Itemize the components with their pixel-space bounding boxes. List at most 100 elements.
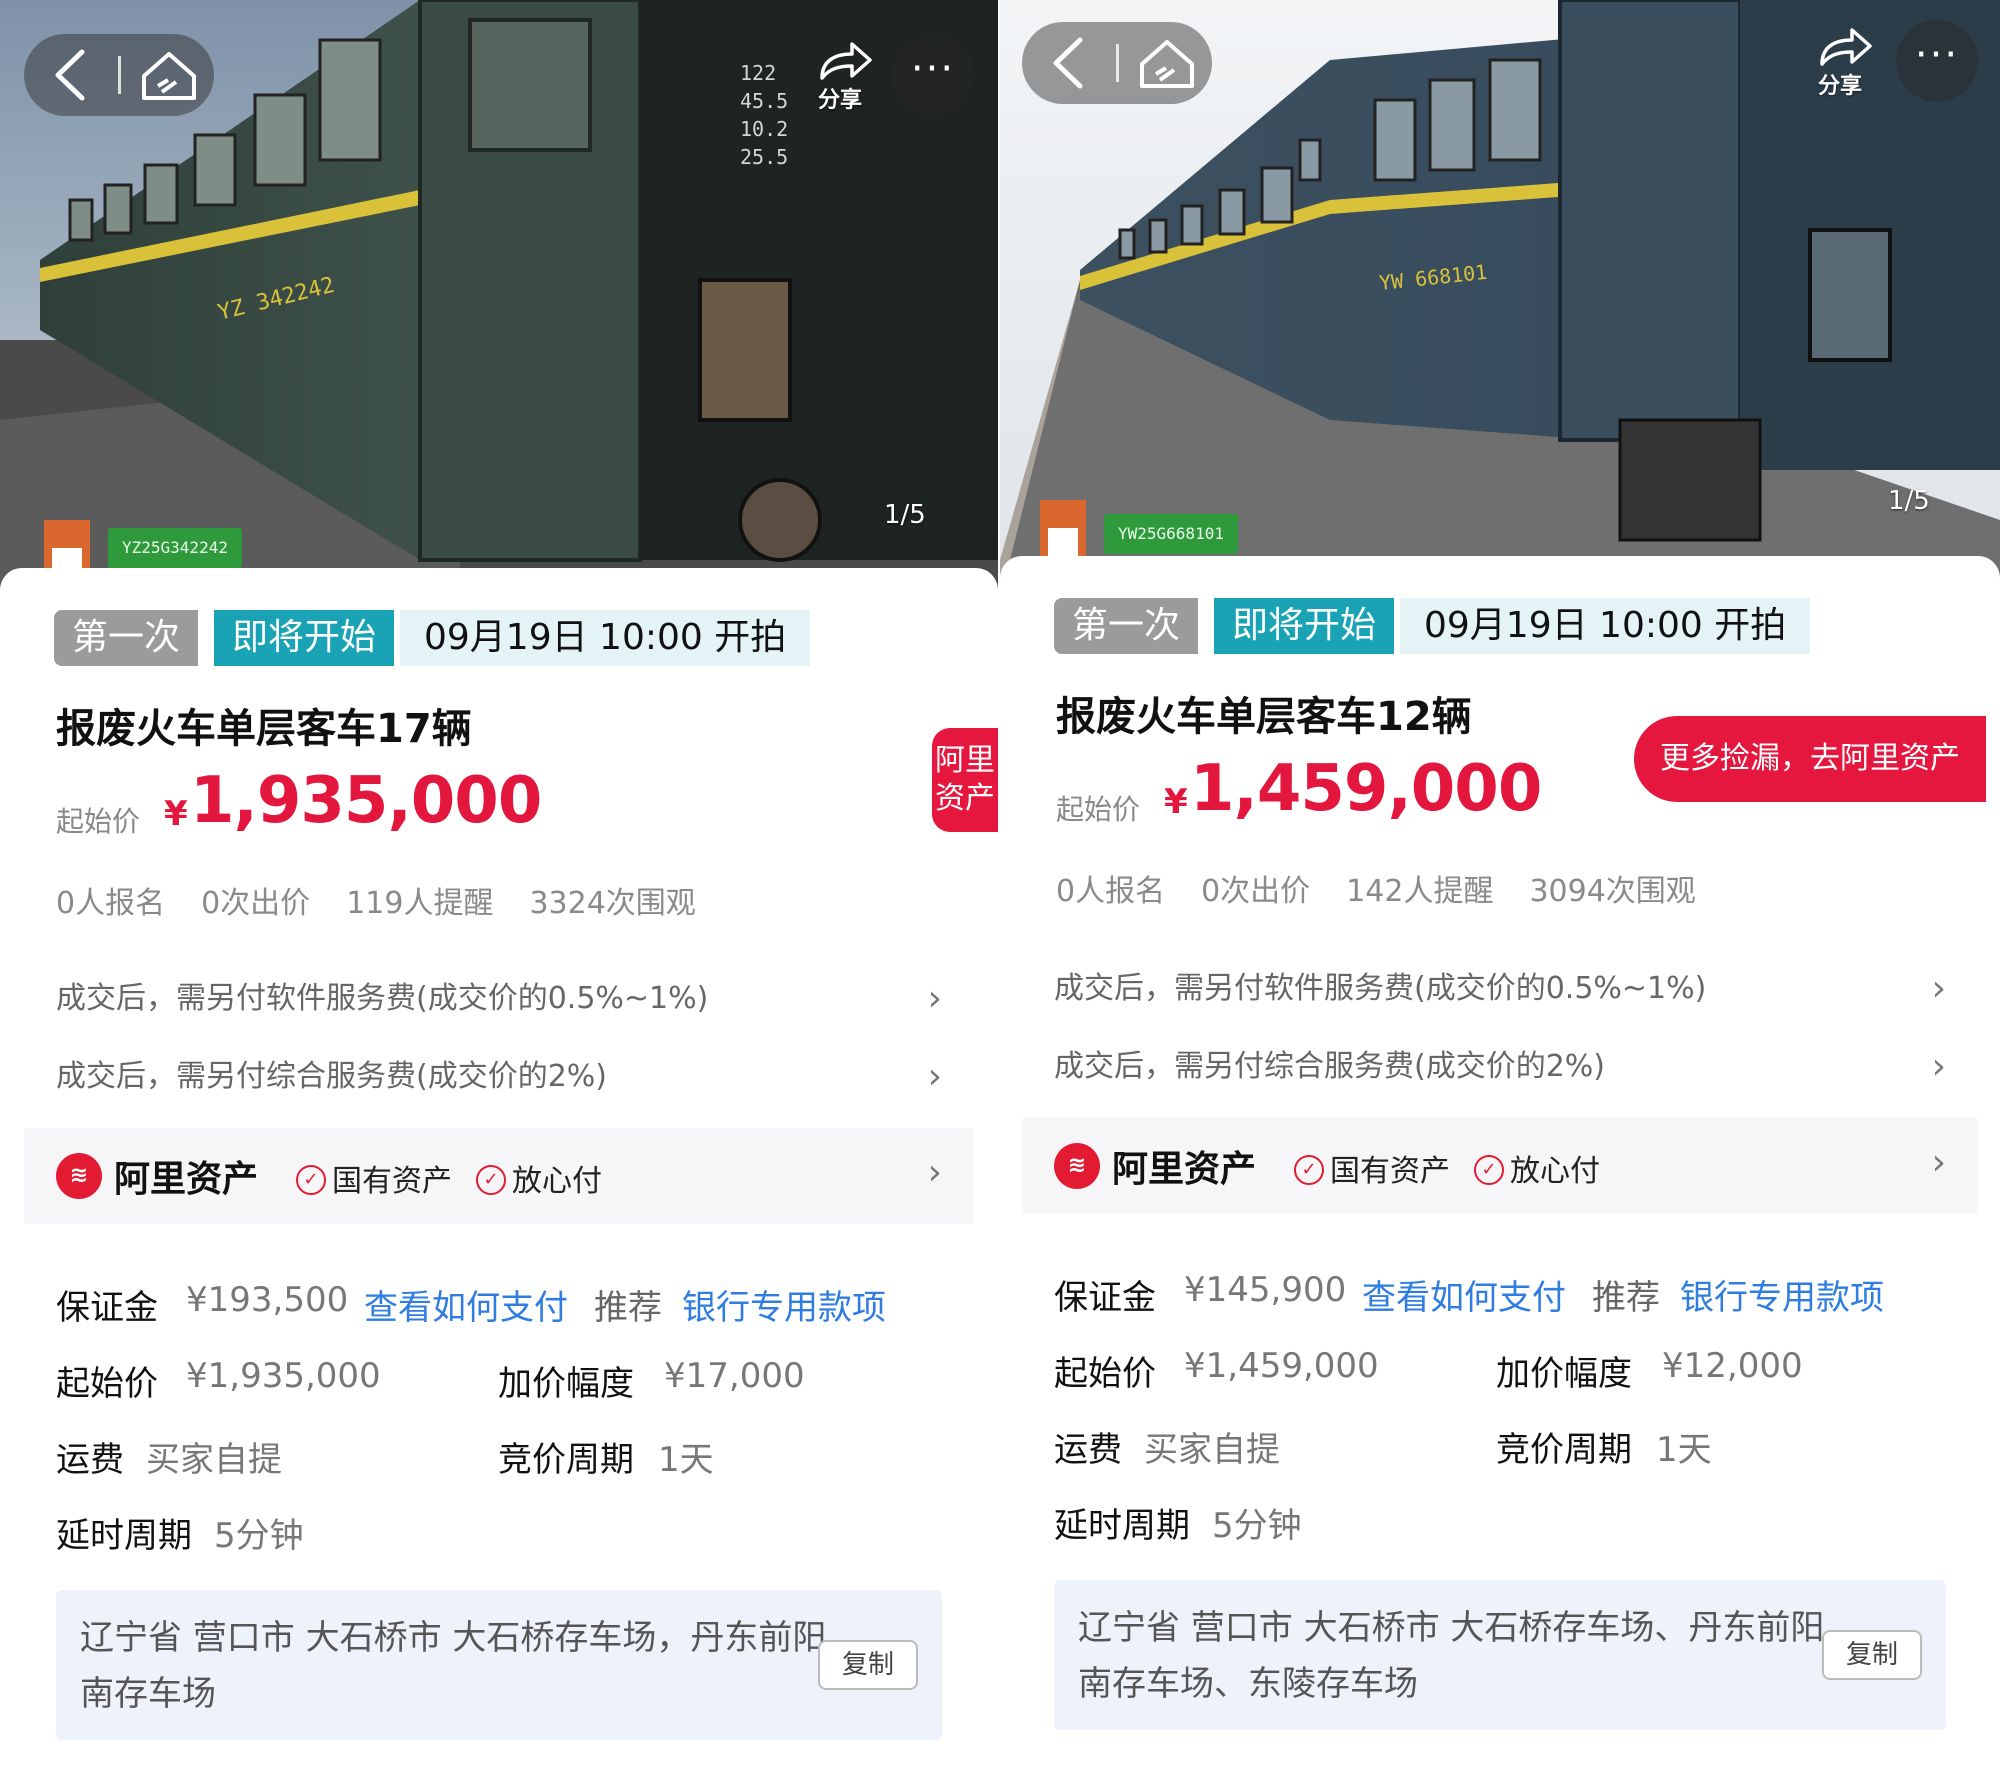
chevron-right-icon: › bbox=[927, 978, 942, 1019]
delay-label: 延时周期 bbox=[56, 1516, 192, 1556]
signup-count: 0人报名 bbox=[56, 886, 166, 921]
deposit-value: ¥193,500 bbox=[186, 1280, 349, 1320]
view-count: 3324次围观 bbox=[529, 886, 696, 921]
check-circle-icon: ✓ bbox=[1474, 1154, 1504, 1185]
price-currency: ¥ bbox=[1164, 782, 1188, 822]
home-icon bbox=[142, 52, 196, 100]
delay-value: 5分钟 bbox=[214, 1516, 304, 1556]
service-fee-text: 成交后，需另付综合服务费(成交价的2%) bbox=[56, 1059, 608, 1094]
detail-box: 保证金 ¥193,500 查看如何支付 推荐 银行专用款项 起始价 ¥1,935… bbox=[24, 1250, 974, 1765]
ali-assets-logo-icon: ≋ bbox=[1054, 1143, 1100, 1189]
address-box: 辽宁省 营口市 大石桥市 大石桥存车场、丹东前阳南存车场、东陵存车场 复制 bbox=[1054, 1580, 1946, 1730]
status-tag: 即将开始 bbox=[1214, 598, 1395, 654]
recommend-label: 推荐 bbox=[1592, 1278, 1660, 1318]
copy-button[interactable]: 复制 bbox=[1822, 1630, 1922, 1680]
bid-cycle-label: 竞价周期 bbox=[1496, 1430, 1632, 1470]
service-fee-row[interactable]: 成交后，需另付综合服务费(成交价的2%) › bbox=[56, 1038, 942, 1116]
spec-text: 122 bbox=[740, 61, 776, 85]
badge-state-assets: ✓ 国有资产 bbox=[1294, 1146, 1450, 1190]
badge-state-assets: ✓ 国有资产 bbox=[296, 1156, 452, 1200]
share-icon bbox=[820, 42, 872, 80]
deposit-value: ¥145,900 bbox=[1184, 1270, 1347, 1310]
price-value: 1,935,000 bbox=[190, 764, 542, 838]
stats-row: 0人报名 0次出价 142人提醒 3094次围观 bbox=[1056, 866, 1732, 910]
delay-label: 延时周期 bbox=[1054, 1506, 1190, 1546]
auction-screen-left: 122 45.5 10.2 25.5 YZ 342242 分享 ··· 1/5 … bbox=[0, 0, 998, 1765]
freight-value: 买家自提 bbox=[1144, 1430, 1280, 1470]
share-label: 分享 bbox=[817, 88, 862, 113]
increment-value: ¥17,000 bbox=[664, 1356, 805, 1396]
share-button[interactable]: 分享 bbox=[1800, 24, 1880, 99]
service-fee-row[interactable]: 成交后，需另付综合服务费(成交价的2%) › bbox=[1054, 1028, 1946, 1106]
price-value: 1,459,000 bbox=[1190, 752, 1542, 826]
view-count: 3094次围观 bbox=[1529, 874, 1696, 909]
nav-pill bbox=[1022, 22, 1212, 104]
address-text: 辽宁省 营口市 大石桥市 大石桥存车场、丹东前阳南存车场、东陵存车场 bbox=[1078, 1608, 1825, 1704]
share-icon bbox=[1820, 28, 1872, 66]
detail-box: 保证金 ¥145,900 查看如何支付 推荐 银行专用款项 起始价 ¥1,459… bbox=[1022, 1240, 1978, 1765]
bid-cycle-label: 竞价周期 bbox=[498, 1440, 634, 1480]
comparison-screenshot: 122 45.5 10.2 25.5 YZ 342242 分享 ··· 1/5 … bbox=[0, 0, 2000, 1765]
bid-cycle-value: 1天 bbox=[1656, 1430, 1712, 1470]
chevron-right-icon: › bbox=[1931, 1046, 1946, 1087]
share-button[interactable]: 分享 bbox=[800, 38, 880, 113]
auction-screen-right: YW 668101 分享 ··· 1/5 YW25G668101 第一次 即将开… bbox=[1000, 0, 2000, 1765]
image-counter: 1/5 bbox=[884, 500, 926, 530]
more-button[interactable]: ··· bbox=[892, 34, 974, 116]
chevron-right-icon: › bbox=[927, 1056, 942, 1097]
train-photo[interactable]: YW 668101 分享 ··· 1/5 YW25G668101 bbox=[1000, 0, 2000, 600]
how-to-pay-link[interactable]: 查看如何支付 bbox=[1362, 1270, 1566, 1319]
check-circle-icon: ✓ bbox=[296, 1164, 326, 1195]
fee-box: 成交后，需另付软件服务费(成交价的0.5%~1%) › 成交后，需另付综合服务费… bbox=[1022, 948, 1978, 1214]
brand-row[interactable]: ≋ 阿里资产 ✓ 国有资产 ✓ 放心付 › bbox=[1022, 1118, 1978, 1214]
brand-row[interactable]: ≋ 阿里资产 ✓ 国有资产 ✓ 放心付 › bbox=[24, 1128, 974, 1224]
software-fee-row[interactable]: 成交后，需另付软件服务费(成交价的0.5%~1%) › bbox=[1054, 950, 1946, 1028]
ali-assets-logo-icon: ≋ bbox=[56, 1153, 102, 1199]
bank-payment-link[interactable]: 银行专用款项 bbox=[682, 1280, 886, 1329]
check-circle-icon: ✓ bbox=[476, 1164, 506, 1195]
increment-label: 加价幅度 bbox=[498, 1364, 634, 1404]
freight-value: 买家自提 bbox=[146, 1440, 282, 1480]
bank-payment-link[interactable]: 银行专用款项 bbox=[1680, 1270, 1884, 1319]
train-photo[interactable]: 122 45.5 10.2 25.5 YZ 342242 分享 ··· 1/5 … bbox=[0, 0, 998, 600]
home-button[interactable] bbox=[1122, 22, 1212, 104]
start-price-label: 起始价 bbox=[56, 1364, 158, 1404]
how-to-pay-link[interactable]: 查看如何支付 bbox=[364, 1280, 568, 1329]
back-icon bbox=[1053, 37, 1083, 89]
software-fee-row[interactable]: 成交后，需另付软件服务费(成交价的0.5%~1%) › bbox=[56, 960, 942, 1038]
chevron-right-icon: › bbox=[1931, 968, 1946, 1009]
start-price-value: ¥1,459,000 bbox=[1184, 1346, 1379, 1386]
home-button[interactable] bbox=[124, 34, 214, 116]
signup-count: 0人报名 bbox=[1056, 874, 1166, 909]
address-box: 辽宁省 营口市 大石桥市 大石桥存车场，丹东前阳南存车场 复制 bbox=[56, 1590, 942, 1740]
car-plate-label: YZ25G342242 bbox=[108, 528, 242, 568]
stats-row: 0人报名 0次出价 119人提醒 3324次围观 bbox=[56, 878, 732, 922]
share-label: 分享 bbox=[1817, 74, 1862, 99]
fee-box: 成交后，需另付软件服务费(成交价的0.5%~1%) › 成交后，需另付综合服务费… bbox=[24, 958, 974, 1224]
start-price-label: 起始价 bbox=[1054, 1354, 1156, 1394]
more-button[interactable]: ··· bbox=[1896, 20, 1978, 102]
badge-safe-pay: ✓ 放心付 bbox=[1474, 1146, 1600, 1190]
ali-assets-side-tab[interactable]: 阿里资产 bbox=[932, 728, 998, 832]
back-button[interactable] bbox=[24, 34, 119, 116]
svg-text:45.5: 45.5 bbox=[740, 89, 788, 113]
copy-button[interactable]: 复制 bbox=[818, 1640, 918, 1690]
price-label: 起始价 bbox=[1056, 793, 1141, 826]
service-fee-text: 成交后，需另付综合服务费(成交价的2%) bbox=[1054, 1049, 1606, 1084]
increment-label: 加价幅度 bbox=[1496, 1354, 1632, 1394]
software-fee-text: 成交后，需另付软件服务费(成交价的0.5%~1%) bbox=[1054, 971, 1707, 1006]
software-fee-text: 成交后，需另付软件服务费(成交价的0.5%~1%) bbox=[56, 981, 709, 1016]
reminder-count: 119人提醒 bbox=[346, 886, 494, 921]
back-button[interactable] bbox=[1022, 22, 1117, 104]
status-tag: 即将开始 bbox=[214, 610, 395, 666]
deposit-label: 保证金 bbox=[1054, 1278, 1156, 1318]
image-counter: 1/5 bbox=[1888, 486, 1930, 516]
pill-divider bbox=[118, 56, 121, 94]
home-icon bbox=[1140, 40, 1194, 88]
address-text: 辽宁省 营口市 大石桥市 大石桥存车场，丹东前阳南存车场 bbox=[80, 1618, 827, 1714]
chevron-right-icon: › bbox=[1931, 1142, 1946, 1183]
more-deals-promo-button[interactable]: 更多捡漏，去阿里资产 bbox=[1634, 716, 1986, 802]
badge-safe-pay: ✓ 放心付 bbox=[476, 1156, 602, 1200]
delay-value: 5分钟 bbox=[1212, 1506, 1302, 1546]
chevron-right-icon: › bbox=[927, 1152, 942, 1193]
